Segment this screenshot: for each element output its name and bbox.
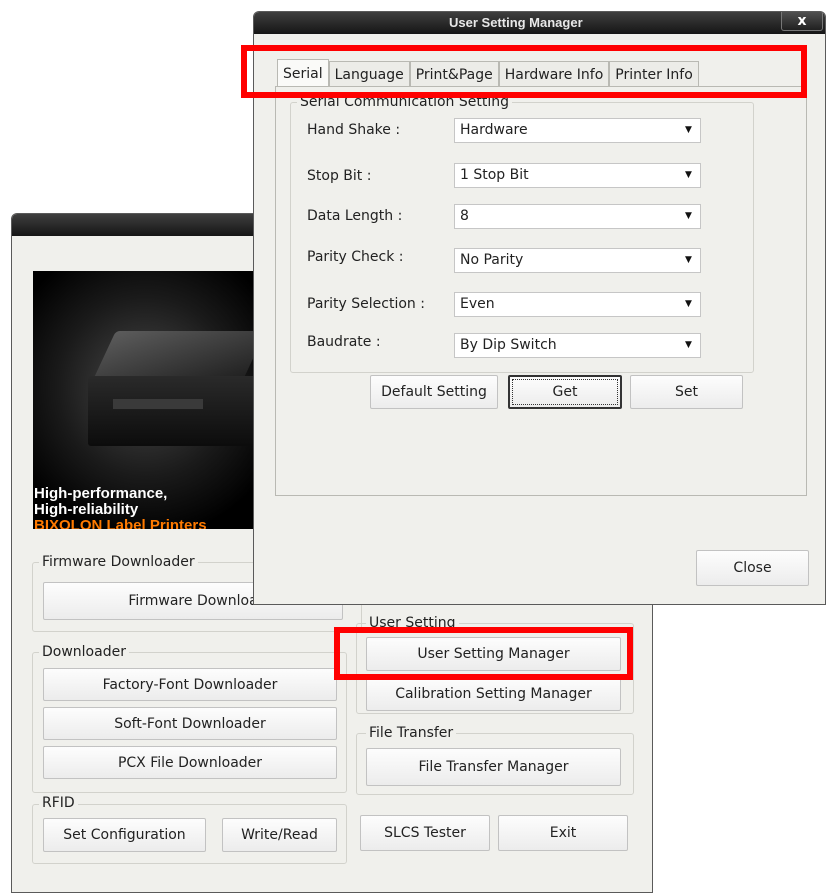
baudrate-select[interactable]: By Dip Switch ▼: [454, 333, 701, 358]
factory-font-downloader-button[interactable]: Factory-Font Downloader: [43, 668, 337, 701]
banner-line-1: High-performance,: [34, 485, 168, 502]
baudrate-label: Baudrate :: [307, 334, 381, 350]
hand-shake-value: Hardware: [460, 122, 528, 138]
stop-bit-select[interactable]: 1 Stop Bit ▼: [454, 163, 701, 188]
set-configuration-button[interactable]: Set Configuration: [43, 818, 206, 852]
pcx-file-downloader-button[interactable]: PCX File Downloader: [43, 746, 337, 779]
banner-tagline: High-performance, High-reliability BIXOL…: [34, 485, 207, 530]
chevron-down-icon[interactable]: ▼: [680, 296, 697, 313]
calibration-setting-manager-button[interactable]: Calibration Setting Manager: [366, 677, 621, 711]
slcs-tester-button[interactable]: SLCS Tester: [360, 815, 490, 851]
chevron-down-icon[interactable]: ▼: [680, 337, 697, 354]
parity-check-label: Parity Check :: [307, 249, 404, 265]
stop-bit-label: Stop Bit :: [307, 168, 372, 184]
exit-button[interactable]: Exit: [498, 815, 628, 851]
file-transfer-group-label: File Transfer: [366, 725, 457, 741]
write-read-button[interactable]: Write/Read: [222, 818, 337, 852]
banner-line-2: High-reliability: [34, 501, 139, 518]
stop-bit-value: 1 Stop Bit: [460, 167, 529, 183]
chevron-down-icon[interactable]: ▼: [680, 167, 697, 184]
data-length-label: Data Length :: [307, 208, 403, 224]
firmware-downloader-group-label: Firmware Downloader: [39, 554, 198, 570]
close-icon[interactable]: x: [781, 12, 823, 31]
get-button[interactable]: Get: [508, 375, 622, 409]
parity-selection-select[interactable]: Even ▼: [454, 292, 701, 317]
hand-shake-label: Hand Shake :: [307, 122, 401, 138]
printer-illustration-slot: [113, 399, 203, 409]
bixolon-banner-image: BI High-performance, High-reliability BI…: [33, 271, 283, 529]
data-length-value: 8: [460, 208, 469, 224]
printer-illustration-body: [88, 376, 258, 446]
parity-check-value: No Parity: [460, 252, 524, 268]
parity-selection-value: Even: [460, 296, 495, 312]
file-transfer-manager-button[interactable]: File Transfer Manager: [366, 748, 621, 786]
highlight-tab-strip: [241, 45, 807, 98]
parity-selection-label: Parity Selection :: [307, 296, 425, 312]
user-setting-manager-dialog: User Setting Manager x Serial Language P…: [253, 11, 826, 605]
parity-check-select[interactable]: No Parity ▼: [454, 248, 701, 273]
highlight-user-setting-manager: [334, 627, 633, 680]
banner-line-3: BIXOLON Label Printers: [34, 517, 207, 530]
close-button[interactable]: Close: [696, 550, 809, 586]
rfid-group-label: RFID: [39, 795, 78, 811]
hand-shake-select[interactable]: Hardware ▼: [454, 118, 701, 143]
dialog-title: User Setting Manager: [254, 12, 825, 34]
chevron-down-icon[interactable]: ▼: [680, 208, 697, 225]
default-setting-button[interactable]: Default Setting: [370, 375, 498, 409]
chevron-down-icon[interactable]: ▼: [680, 252, 697, 269]
soft-font-downloader-button[interactable]: Soft-Font Downloader: [43, 707, 337, 740]
data-length-select[interactable]: 8 ▼: [454, 204, 701, 229]
downloader-group-label: Downloader: [39, 644, 129, 660]
baudrate-value: By Dip Switch: [460, 337, 557, 353]
set-button[interactable]: Set: [630, 375, 743, 409]
chevron-down-icon[interactable]: ▼: [680, 122, 697, 139]
